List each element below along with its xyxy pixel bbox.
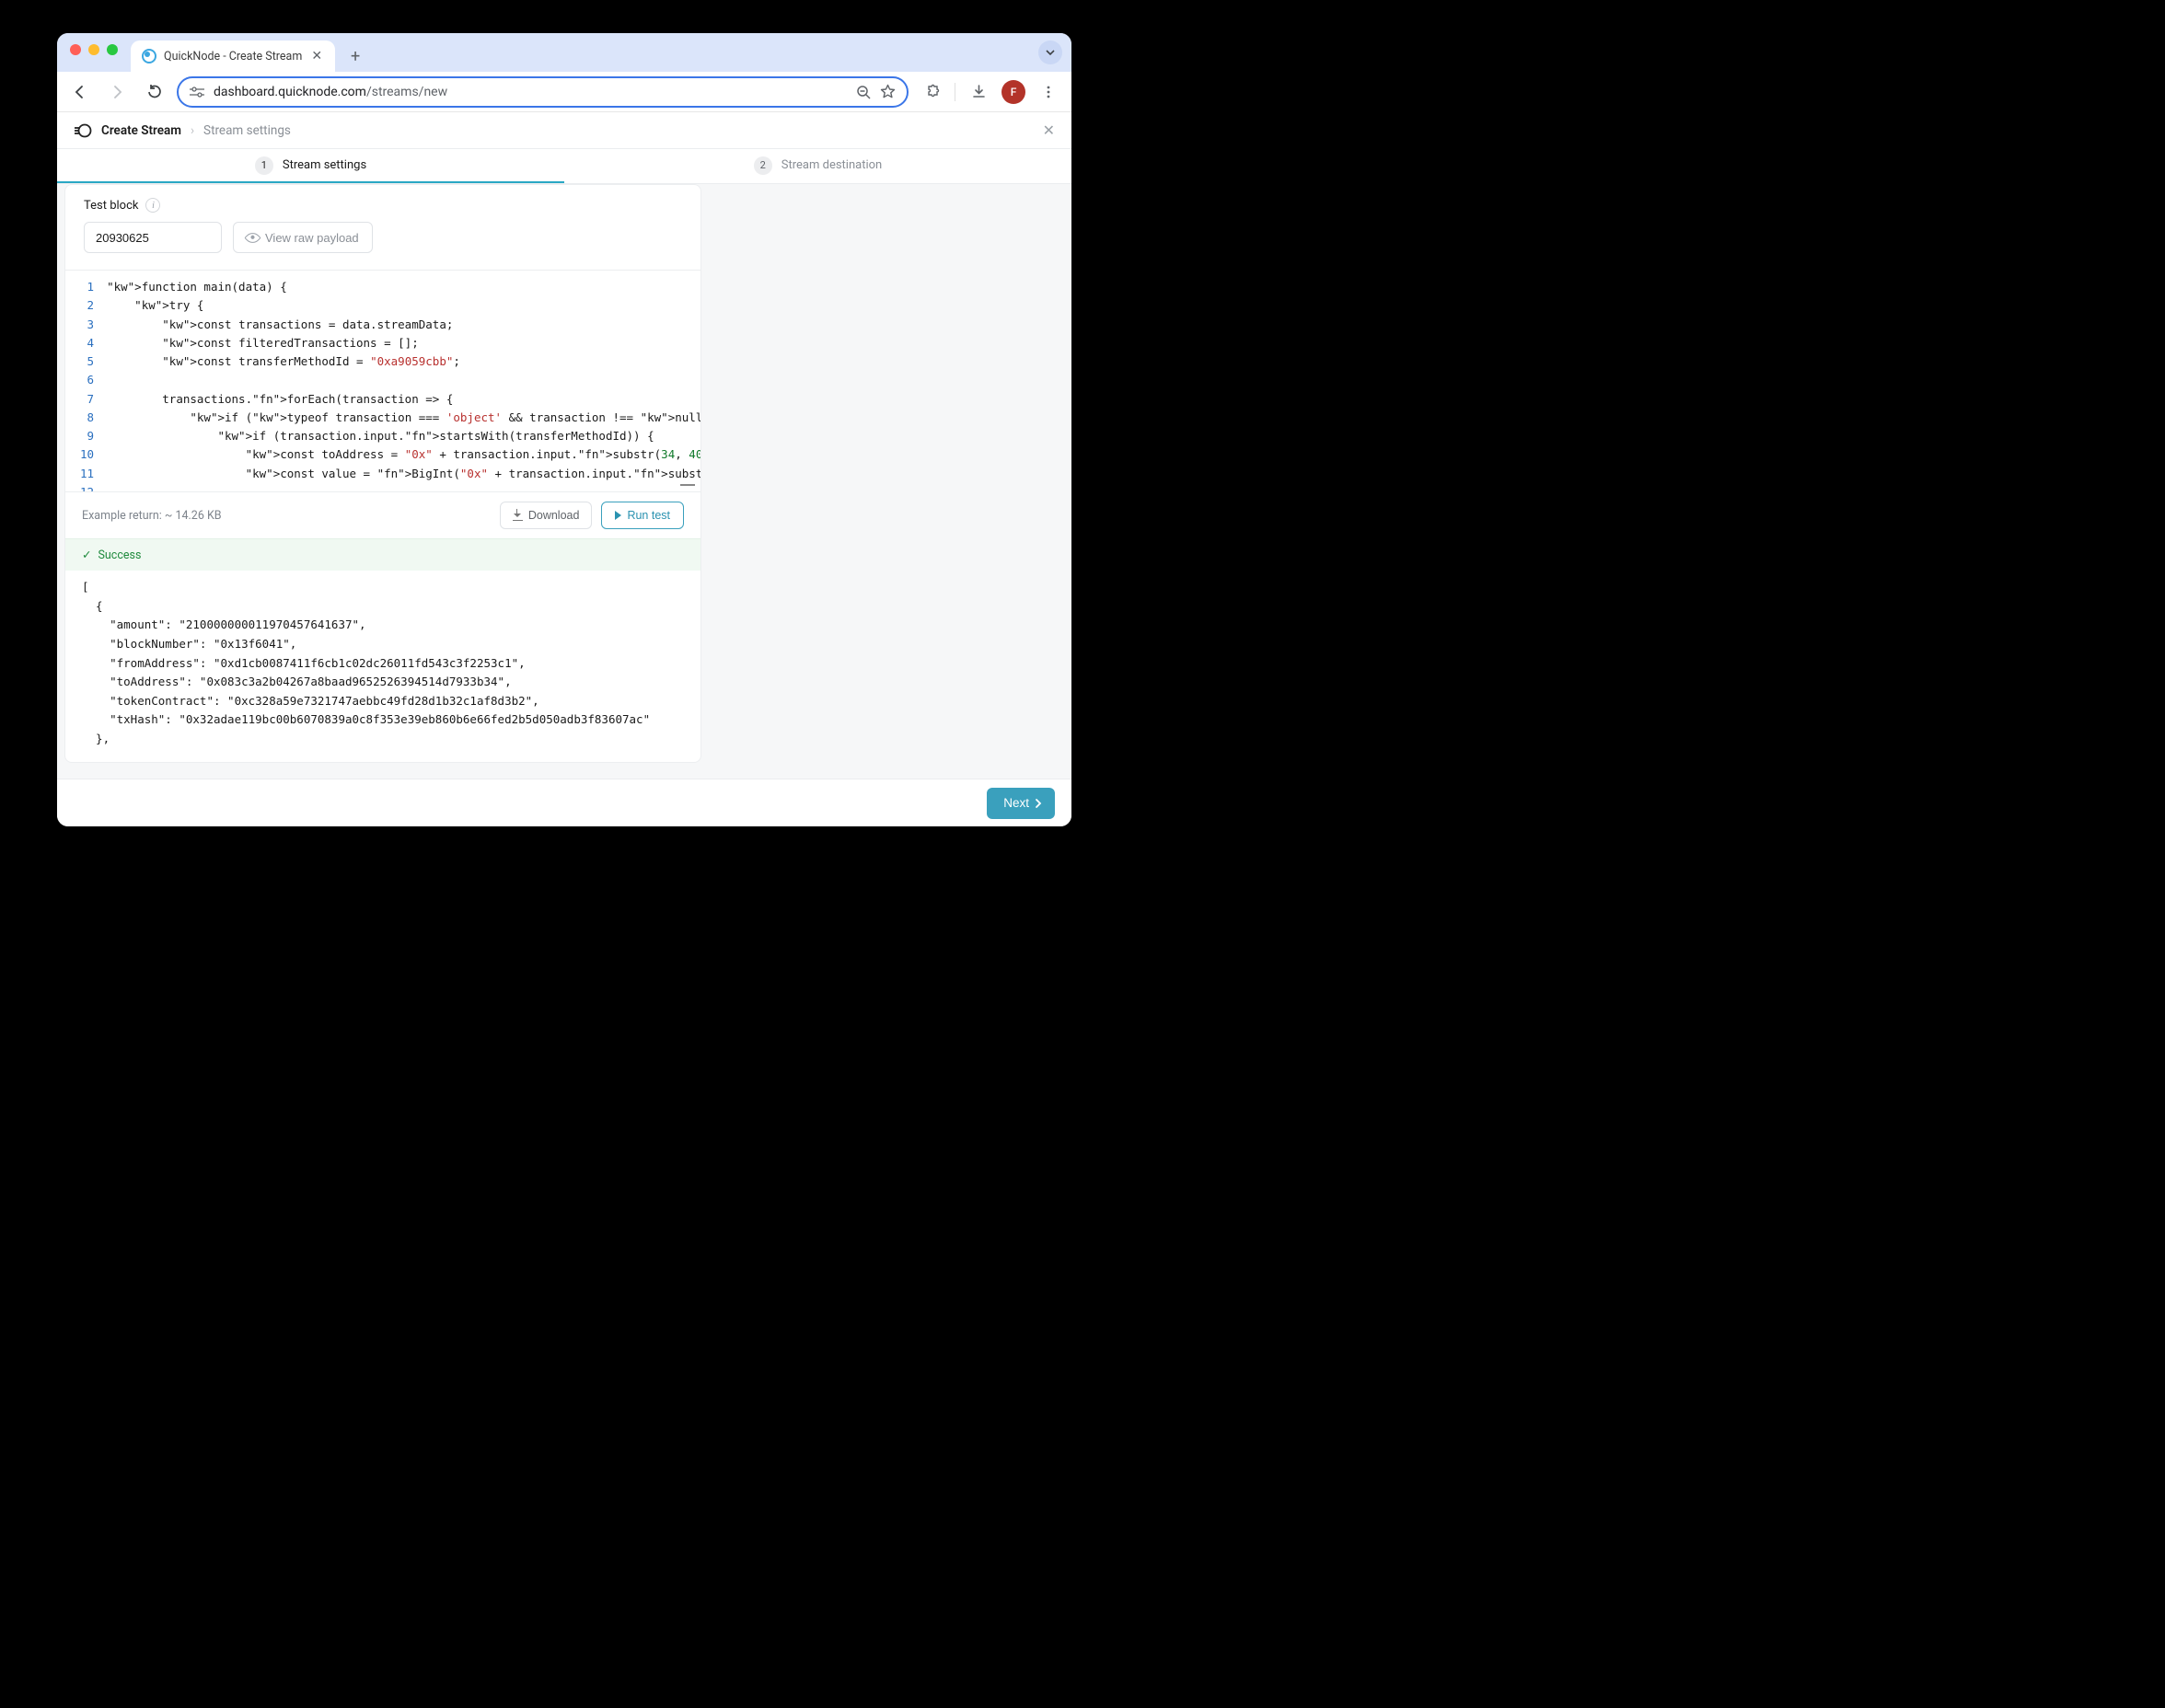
- page-footer: Next: [57, 779, 1071, 826]
- breadcrumb-current: Stream settings: [203, 123, 291, 138]
- downloads-icon[interactable]: [965, 78, 992, 106]
- zoom-icon[interactable]: [856, 85, 871, 99]
- step-stream-destination[interactable]: 2 Stream destination: [564, 149, 1071, 183]
- filter-code-card: Test block i View raw payload 1234: [64, 184, 701, 763]
- close-panel-icon[interactable]: ✕: [1043, 121, 1055, 139]
- step-stream-settings[interactable]: 1 Stream settings: [57, 149, 564, 183]
- site-info-icon[interactable]: [190, 86, 204, 98]
- status-text: Success: [98, 548, 141, 562]
- breadcrumb: Create Stream › Stream settings ✕: [57, 112, 1071, 149]
- download-icon: [513, 511, 523, 521]
- browser-toolbar: dashboard.quicknode.com/streams/new F: [57, 72, 1071, 112]
- tab-search-button[interactable]: [1038, 40, 1062, 64]
- maximize-window-icon[interactable]: [107, 44, 118, 55]
- step-label: Stream settings: [283, 158, 366, 172]
- next-button[interactable]: Next: [987, 788, 1055, 819]
- play-icon: [615, 511, 621, 520]
- reload-button[interactable]: [140, 78, 168, 106]
- download-button[interactable]: Download: [500, 502, 593, 529]
- run-test-button[interactable]: Run test: [601, 502, 684, 529]
- address-bar[interactable]: dashboard.quicknode.com/streams/new: [177, 76, 909, 108]
- step-label: Stream destination: [781, 158, 882, 172]
- code-editor[interactable]: 1234567891011121314 "kw">function main(d…: [65, 271, 700, 491]
- new-tab-button[interactable]: +: [342, 43, 368, 69]
- browser-tab[interactable]: QuickNode - Create Stream ✕: [131, 40, 335, 72]
- page-content: Create Stream › Stream settings ✕ 1 Stre…: [57, 112, 1071, 826]
- tab-strip: QuickNode - Create Stream ✕ +: [57, 33, 1071, 72]
- extensions-icon[interactable]: [918, 78, 945, 106]
- info-icon[interactable]: i: [145, 198, 160, 213]
- line-gutter: 1234567891011121314: [65, 271, 103, 491]
- menu-icon[interactable]: [1035, 78, 1062, 106]
- breadcrumb-root[interactable]: Create Stream: [101, 123, 181, 138]
- close-window-icon[interactable]: [70, 44, 81, 55]
- stream-icon: [74, 121, 92, 140]
- forward-button[interactable]: [103, 78, 131, 106]
- favicon-icon: [142, 49, 156, 63]
- code-content[interactable]: "kw">function main(data) { "kw">try { "k…: [103, 271, 700, 491]
- bookmark-icon[interactable]: [880, 84, 896, 99]
- close-tab-icon[interactable]: ✕: [309, 49, 324, 63]
- status-banner: ✓ Success: [65, 538, 700, 571]
- test-block-label: Test block: [84, 199, 138, 213]
- chevron-right-icon: ›: [191, 123, 194, 138]
- browser-window: QuickNode - Create Stream ✕ + dashboard.…: [57, 33, 1071, 826]
- window-controls: [70, 33, 131, 72]
- example-return-text: Example return: ~ 14.26 KB: [82, 509, 222, 523]
- eye-icon: [244, 229, 260, 246]
- minimize-window-icon[interactable]: [88, 44, 99, 55]
- profile-avatar[interactable]: F: [1001, 80, 1025, 104]
- url-text: dashboard.quicknode.com/streams/new: [214, 85, 847, 99]
- result-output[interactable]: [ { "amount": "21000000001197045764163​7…: [65, 571, 700, 762]
- tab-title: QuickNode - Create Stream: [164, 50, 302, 63]
- chevron-right-icon: [1035, 798, 1042, 809]
- content-area: Test block i View raw payload 1234: [57, 184, 1071, 779]
- view-raw-payload-button[interactable]: View raw payload: [233, 222, 373, 253]
- check-icon: ✓: [82, 548, 91, 562]
- collapse-icon[interactable]: [680, 484, 695, 486]
- back-button[interactable]: [66, 78, 94, 106]
- stepper: 1 Stream settings 2 Stream destination: [57, 149, 1071, 184]
- test-block-input[interactable]: [84, 222, 222, 253]
